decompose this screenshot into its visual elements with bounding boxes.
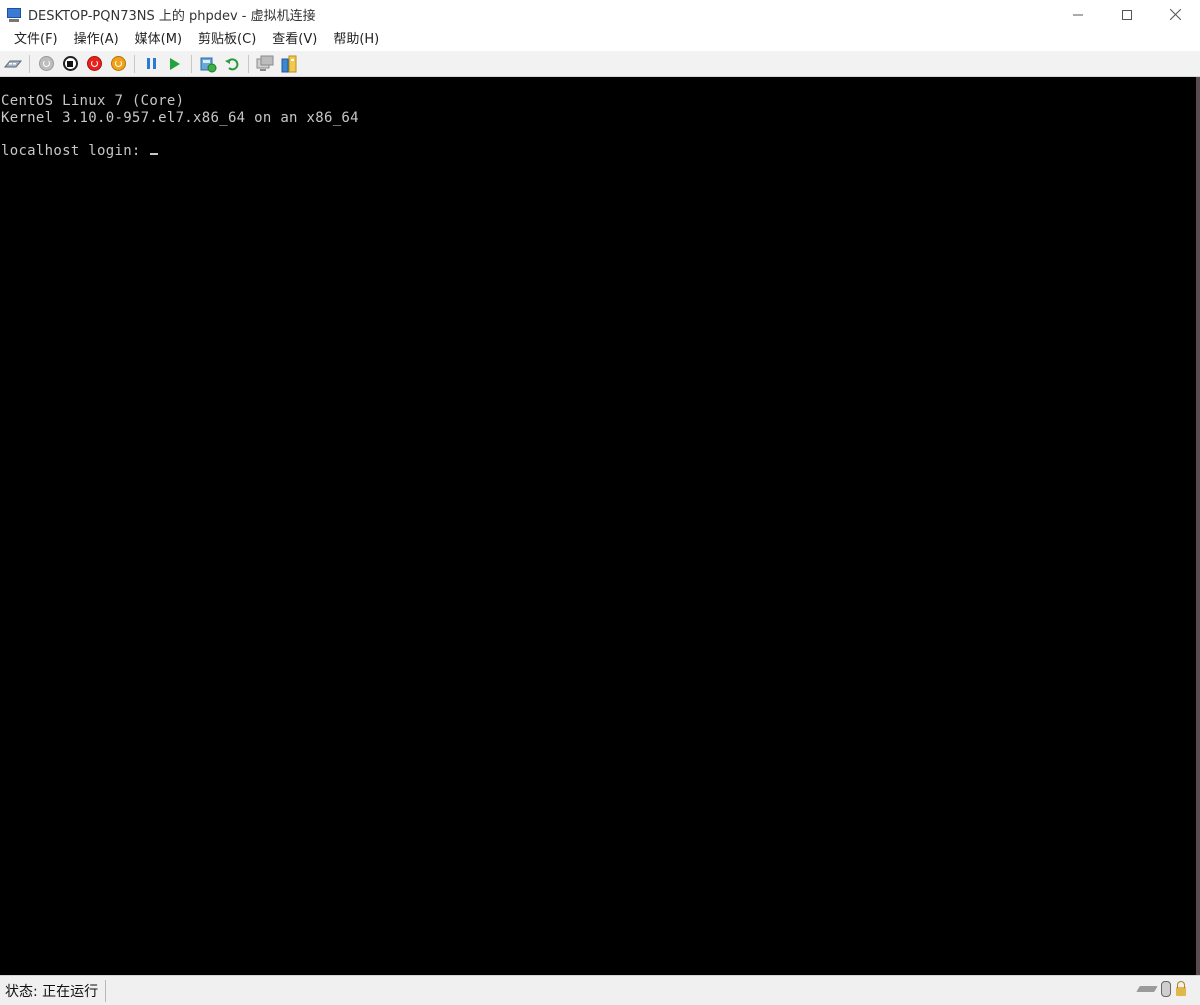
share-icon (281, 55, 297, 72)
pause-button[interactable] (141, 54, 161, 74)
checkpoint-icon (200, 57, 217, 72)
close-button[interactable] (1151, 0, 1200, 29)
ctrl-alt-del-icon (4, 60, 22, 67)
checkpoint-button[interactable] (198, 54, 218, 74)
menu-action[interactable]: 操作(A) (66, 29, 127, 51)
minimize-button[interactable] (1053, 0, 1102, 29)
toolbar-separator (191, 54, 192, 73)
save-icon (110, 56, 126, 71)
minimize-icon (1072, 14, 1083, 15)
resume-icon (170, 57, 180, 70)
menu-help[interactable]: 帮助(H) (325, 29, 387, 51)
menu-media[interactable]: 媒体(M) (127, 29, 190, 51)
ctrl-alt-del-button[interactable] (3, 54, 23, 74)
save-button[interactable] (108, 54, 128, 74)
toolbar-separator (134, 54, 135, 73)
lock-icon (1176, 981, 1186, 996)
window-title: DESKTOP-PQN73NS 上的 phpdev - 虚拟机连接 (28, 9, 316, 24)
menu-file[interactable]: 文件(F) (6, 29, 66, 51)
turn-off-icon (62, 56, 78, 71)
share-button[interactable] (279, 54, 299, 74)
status-bar: 状态: 正在运行 (0, 975, 1200, 1005)
resume-button[interactable] (165, 54, 185, 74)
desktop-edge (1196, 77, 1200, 975)
close-icon (1170, 9, 1181, 20)
console-login-prompt: localhost login: (1, 143, 159, 159)
status-text: 状态: 正在运行 (5, 983, 99, 1000)
revert-icon (225, 57, 239, 70)
toolbar-separator (248, 54, 249, 73)
turn-off-button[interactable] (60, 54, 80, 74)
start-icon (38, 56, 54, 71)
toolbar (0, 51, 1200, 77)
menu-bar: 文件(F) 操作(A) 媒体(M) 剪贴板(C) 查看(V) 帮助(H) (0, 29, 1200, 51)
window-controls (1053, 0, 1200, 29)
text-cursor (150, 153, 159, 155)
title-bar: DESKTOP-PQN73NS 上的 phpdev - 虚拟机连接 (0, 0, 1200, 29)
menu-view[interactable]: 查看(V) (264, 29, 325, 51)
console-line-os: CentOS Linux 7 (Core) (1, 93, 185, 109)
shutdown-button[interactable] (84, 54, 104, 74)
toolbar-separator (29, 54, 30, 73)
shutdown-icon (86, 56, 102, 71)
revert-button[interactable] (222, 54, 242, 74)
start-button[interactable] (36, 54, 56, 74)
status-icons (1136, 981, 1186, 997)
vm-console-screen[interactable]: CentOS Linux 7 (Core) Kernel 3.10.0-957.… (0, 77, 1196, 975)
maximize-icon (1121, 9, 1132, 20)
menu-clipboard[interactable]: 剪贴板(C) (190, 29, 264, 51)
vm-connect-icon (6, 7, 22, 22)
login-prompt-text: localhost login: (1, 143, 150, 159)
mouse-icon (1161, 981, 1171, 997)
pause-icon (146, 58, 156, 69)
enhanced-session-icon (256, 55, 274, 71)
console-line-kernel: Kernel 3.10.0-957.el7.x86_64 on an x86_6… (1, 110, 359, 126)
enhanced-session-button[interactable] (255, 54, 275, 74)
status-separator (105, 979, 107, 1002)
maximize-button[interactable] (1102, 0, 1151, 29)
keyboard-icon (1136, 986, 1158, 992)
